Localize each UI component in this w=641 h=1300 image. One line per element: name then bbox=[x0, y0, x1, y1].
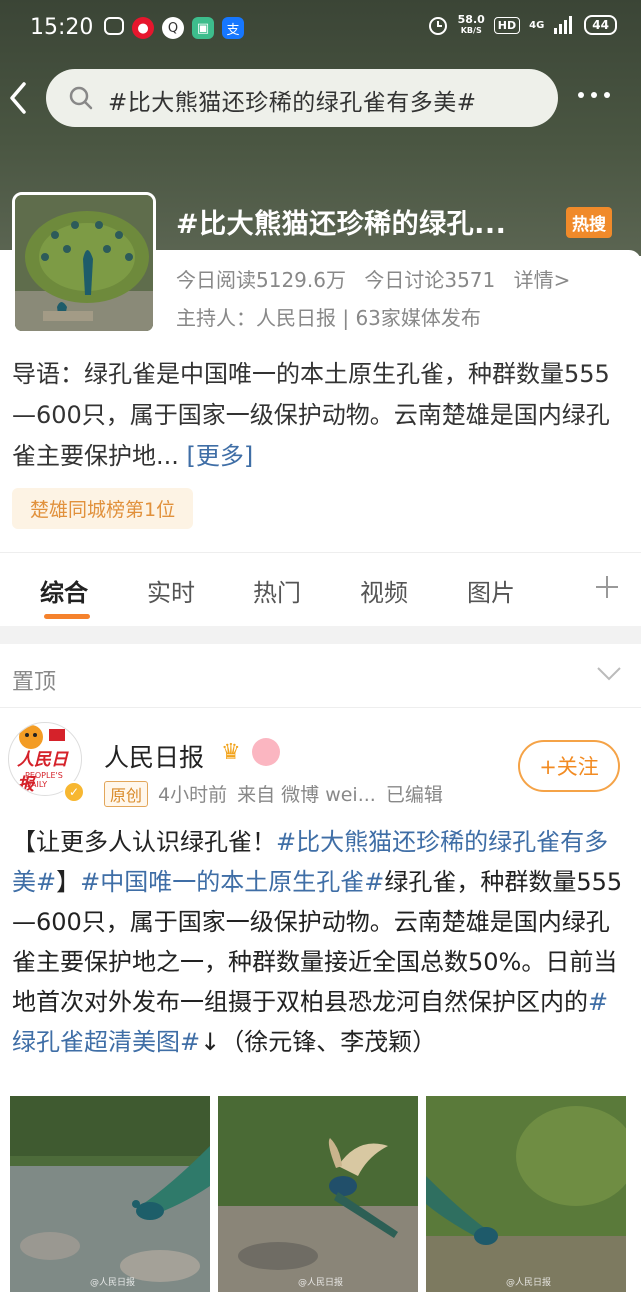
topic-thumbnail[interactable] bbox=[12, 192, 156, 334]
photo-watermark: @人民日报 bbox=[90, 1278, 136, 1288]
bilibili-icon bbox=[104, 17, 124, 35]
hd-badge: HD bbox=[493, 16, 521, 34]
post-text-part: ↓（徐元锋、李茂颖） bbox=[200, 1028, 437, 1056]
photo-watermark: @人民日报 bbox=[506, 1278, 552, 1288]
tab-images[interactable]: 图片 bbox=[467, 573, 515, 608]
post-time: 4小时前 bbox=[158, 784, 228, 806]
topic-host: 主持人：人民日报 | 63家媒体发布 bbox=[176, 306, 481, 330]
back-arrow-icon[interactable] bbox=[6, 78, 30, 118]
alipay-icon: 支 bbox=[222, 17, 244, 39]
chevron-down-icon[interactable] bbox=[596, 666, 622, 682]
reads-count: 今日阅读5129.6万 bbox=[176, 268, 346, 292]
post-photo-1[interactable]: @人民日报 bbox=[10, 1096, 210, 1292]
status-time: 15:20 bbox=[30, 15, 94, 40]
topic-stats: 今日阅读5129.6万 今日讨论3571 详情> bbox=[176, 264, 582, 293]
system-status: 58.0 KB/S HD 4G 44 bbox=[427, 14, 617, 36]
status-bar: 15:20 ● Q ▣ 支 58.0 KB/S HD 4G 44 bbox=[0, 0, 641, 58]
weibo-icon: ● bbox=[132, 17, 154, 39]
details-link[interactable]: 详情> bbox=[514, 268, 571, 292]
tab-comprehensive[interactable]: 综合 bbox=[40, 573, 88, 608]
post-text: 【让更多人认识绿孔雀！#比大熊猫还珍稀的绿孔雀有多美#】#中国唯一的本土原生孔雀… bbox=[12, 822, 632, 1062]
photo-watermark: @人民日报 bbox=[298, 1278, 344, 1288]
top-nav: #比大熊猫还珍稀的绿孔雀有多美# bbox=[0, 68, 641, 128]
post-text-part: 【让更多人认识绿孔雀！ bbox=[12, 828, 276, 856]
active-tab-indicator bbox=[44, 614, 90, 619]
speed-unit: KB/S bbox=[460, 26, 482, 35]
fan-badge-icon bbox=[252, 738, 280, 766]
post-meta: 原创 4小时前 来自 微博 wei... 已编辑 bbox=[104, 780, 443, 807]
edited-label: 已编辑 bbox=[385, 784, 443, 806]
topic-intro: 导语：绿孔雀是中国唯一的本土原生孔雀，种群数量555—600只，属于国家一级保护… bbox=[12, 354, 632, 477]
peacock-photo-image bbox=[218, 1096, 418, 1292]
discussions-count: 今日讨论3571 bbox=[364, 268, 496, 292]
rank-badge[interactable]: 楚雄同城榜第1位 bbox=[12, 488, 194, 529]
search-query: #比大熊猫还珍稀的绿孔雀有多美# bbox=[108, 90, 477, 116]
post-source: 来自 微博 wei... bbox=[237, 784, 376, 806]
section-divider bbox=[0, 626, 641, 644]
post-text-part: 】 bbox=[56, 868, 81, 896]
speed-value: 58.0 bbox=[457, 13, 485, 26]
alarm-icon bbox=[428, 17, 447, 35]
post-photo-2[interactable]: @人民日报 bbox=[218, 1096, 418, 1292]
search-input[interactable]: #比大熊猫还珍稀的绿孔雀有多美# bbox=[46, 69, 558, 127]
add-tab-icon[interactable] bbox=[594, 574, 620, 600]
signal-icon bbox=[554, 16, 573, 34]
original-tag: 原创 bbox=[104, 780, 149, 807]
tab-video[interactable]: 视频 bbox=[360, 573, 408, 608]
app-green-icon: ▣ bbox=[192, 17, 214, 39]
peacock-photo-image bbox=[10, 1096, 210, 1292]
pinned-label: 置顶 bbox=[12, 670, 57, 695]
follow-button[interactable]: +关注 bbox=[518, 740, 620, 792]
hashtag-link[interactable]: #中国唯一的本土原生孔雀# bbox=[80, 868, 384, 896]
peacock-image bbox=[15, 195, 153, 331]
crown-icon: ♛ bbox=[221, 740, 241, 765]
more-options-icon[interactable] bbox=[578, 92, 610, 98]
network-type: 4G bbox=[529, 19, 545, 31]
network-speed: 58.0 KB/S bbox=[458, 14, 485, 36]
intro-text: 导语：绿孔雀是中国唯一的本土原生孔雀，种群数量555—600只，属于国家一级保护… bbox=[12, 360, 610, 470]
photo-grid: @人民日报 @人民日报 @人民日报 bbox=[10, 1096, 632, 1292]
post-photo-3[interactable]: @人民日报 bbox=[426, 1096, 626, 1292]
hot-search-badge: 热搜 bbox=[566, 207, 612, 238]
author-name[interactable]: 人民日报 bbox=[104, 738, 204, 774]
tab-hot[interactable]: 热门 bbox=[253, 573, 301, 608]
pinned-row[interactable]: 置顶 bbox=[0, 644, 641, 708]
qq-icon: Q bbox=[162, 17, 184, 39]
search-icon bbox=[69, 86, 93, 110]
peacock-photo-image bbox=[426, 1096, 626, 1292]
tab-bar: 综合 实时 热门 视频 图片 bbox=[0, 552, 641, 626]
intro-more-link[interactable]: [更多] bbox=[187, 442, 254, 470]
battery-indicator: 44 bbox=[584, 15, 617, 35]
notification-icons: ● Q ▣ 支 bbox=[104, 17, 244, 39]
topic-title: #比大熊猫还珍稀的绿孔... bbox=[176, 209, 507, 240]
verified-badge-icon: ✓ bbox=[63, 781, 85, 803]
tab-realtime[interactable]: 实时 bbox=[147, 573, 195, 608]
